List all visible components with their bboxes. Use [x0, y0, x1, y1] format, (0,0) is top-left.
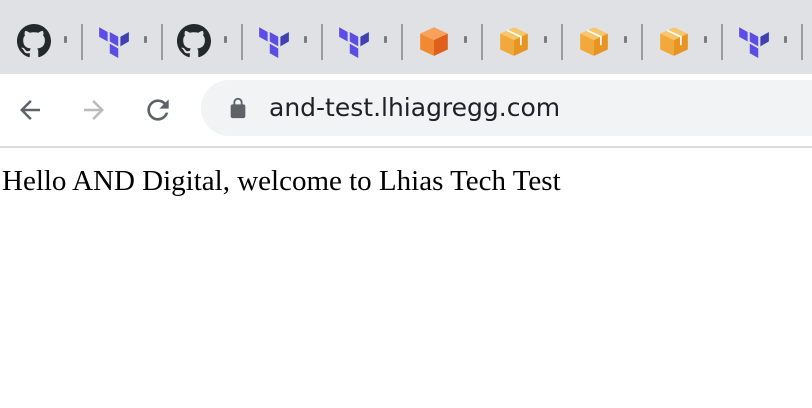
tab-terraform-1[interactable]	[80, 0, 163, 74]
aws-box-icon	[580, 27, 608, 56]
reload-icon	[147, 99, 169, 121]
tab-terraform-2[interactable]	[240, 0, 323, 74]
terraform-icon	[739, 27, 769, 58]
tab-title-fragment	[64, 36, 67, 43]
tab-title-fragment	[624, 36, 627, 43]
tab-aws-1[interactable]	[400, 0, 483, 74]
toolbar-divider	[0, 146, 812, 148]
tab-title-fragment	[304, 36, 307, 43]
aws-box-icon	[500, 27, 528, 56]
reload-button[interactable]	[140, 92, 176, 128]
tab-title-fragment	[464, 36, 467, 43]
page-content: Hello AND Digital, welcome to Lhias Tech…	[2, 160, 812, 408]
terraform-icon	[99, 27, 129, 58]
arrow-left-icon	[20, 100, 40, 120]
forward-button[interactable]	[76, 92, 112, 128]
browser-toolbar: and-test.lhiagregg.com	[0, 74, 812, 146]
body-text: Hello AND Digital, welcome to Lhias Tech…	[2, 165, 561, 197]
tab-title-fragment	[144, 36, 147, 43]
tab-title-fragment	[384, 36, 387, 43]
github-icon	[17, 24, 51, 58]
tab-title-fragment	[224, 36, 227, 43]
tab-aws-2[interactable]	[480, 0, 563, 74]
url-text[interactable]: and-test.lhiagregg.com	[269, 91, 560, 125]
aws-cube-orange-icon	[420, 27, 448, 56]
tab-aws-4[interactable]	[640, 0, 723, 74]
tab-separator	[801, 24, 803, 60]
tab-title-fragment	[544, 36, 547, 43]
tab-title-fragment	[704, 36, 707, 43]
back-button[interactable]	[12, 92, 48, 128]
tab-terraform-3[interactable]	[320, 0, 403, 74]
terraform-icon	[339, 27, 369, 58]
tab-terraform-4[interactable]	[720, 0, 812, 74]
terraform-icon	[259, 27, 289, 58]
tab-title-fragment	[784, 36, 787, 43]
lock-icon[interactable]	[227, 96, 249, 120]
github-icon	[177, 24, 211, 58]
tab-strip	[0, 0, 812, 74]
aws-box-icon	[660, 27, 688, 56]
tab-github-1[interactable]	[0, 0, 83, 74]
address-bar[interactable]: and-test.lhiagregg.com	[201, 80, 812, 136]
tab-github-2[interactable]	[160, 0, 243, 74]
arrow-right-icon	[84, 100, 104, 120]
tab-aws-3[interactable]	[560, 0, 643, 74]
